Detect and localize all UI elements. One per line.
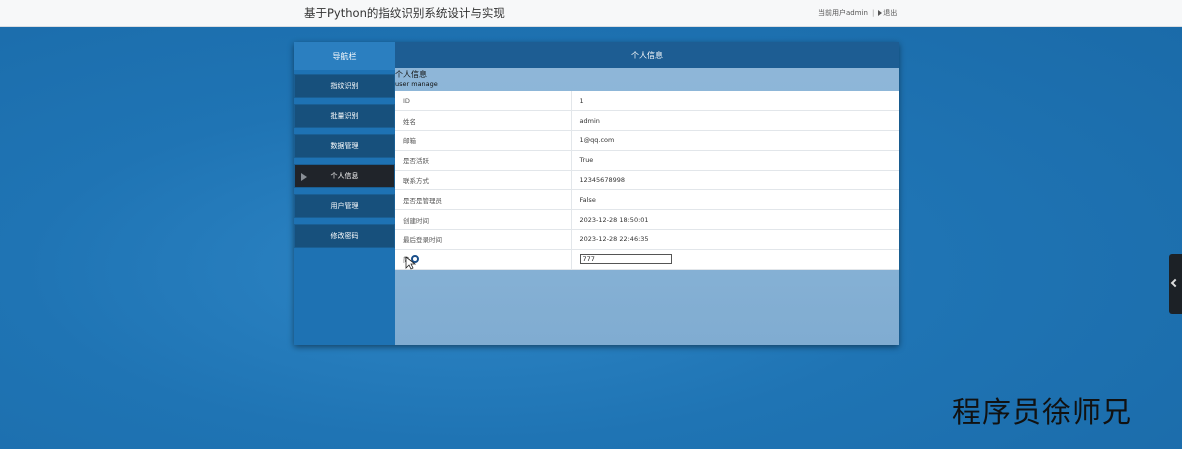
row-label: 是否是管理员 [395,189,572,211]
row-label: 创建时间 [395,209,572,231]
row-label: 邮箱 [395,130,572,151]
content-heading: 个人信息 [395,42,899,68]
row-label: 简介 [395,249,572,270]
sidebar-item-change-password[interactable]: 修改密码 [294,224,395,248]
row-value-cell [571,249,899,270]
row-label: 联系方式 [395,170,572,191]
logout-label: 退出 [883,9,898,17]
section-title: 个人信息 [395,70,427,79]
table-row: 创建时间 2023-12-28 18:50:01 [395,209,899,231]
personal-info-table: ID 1 姓名 admin 邮箱 1@qq.com 是否活跃 True 联系方式… [395,91,899,270]
row-value: 2023-12-28 18:50:01 [571,209,899,231]
table-row: 邮箱 1@qq.com [395,130,899,151]
sidebar-item-label: 修改密码 [330,232,359,240]
row-value: 12345678998 [571,170,899,191]
row-value: True [571,150,899,171]
sidebar-item-personal-info[interactable]: 个人信息 [294,164,395,188]
sidebar-item-label: 指纹识别 [330,82,359,90]
row-value: 1@qq.com [571,130,899,151]
main-panel: 导航栏 指纹识别 批量识别 数据管理 个人信息 用户管理 修改密码 个人信息 个… [294,42,899,345]
current-user-label: 当前用户admin [818,9,868,17]
table-row: 是否是管理员 False [395,189,899,211]
divider: | [871,9,875,17]
bio-input[interactable] [579,254,672,265]
row-value: 2023-12-28 22:46:35 [571,229,899,250]
sidebar-item-label: 用户管理 [330,202,359,210]
row-label: 是否活跃 [395,150,572,171]
table-row: 联系方式 12345678998 [395,170,899,191]
sidebar-item-fingerprint-recognition[interactable]: 指纹识别 [294,74,395,98]
logout-icon [878,10,883,16]
table-row: 最后登录时间 2023-12-28 22:46:35 [395,229,899,250]
user-area: 当前用户admin | 退出 [818,8,897,18]
content-area: 个人信息 个人信息 user manage ID 1 姓名 admin 邮箱 1… [395,42,899,345]
row-value: 1 [571,91,899,112]
row-value: admin [571,110,899,132]
watermark: 程序员徐师兄 [952,395,1133,429]
sidebar-item-batch-recognition[interactable]: 批量识别 [294,104,395,128]
table-row: 姓名 admin [395,110,899,132]
table-row: ID 1 [395,91,899,112]
sidebar-item-user-management[interactable]: 用户管理 [294,194,395,218]
chevron-left-icon [1170,278,1180,288]
row-label: 最后登录时间 [395,229,572,250]
top-header: 基于Python的指纹识别系统设计与实现 当前用户admin | 退出 [0,0,1182,27]
sidebar-item-label: 批量识别 [330,112,359,120]
sidebar-item-data-management[interactable]: 数据管理 [294,134,395,158]
row-value: False [571,189,899,211]
table-row: 简介 [395,249,899,270]
side-panel-toggle[interactable] [1169,254,1182,314]
row-label: 姓名 [395,110,572,132]
play-arrow-icon [301,173,307,181]
logout-link[interactable]: 退出 [878,8,897,18]
row-label: ID [395,91,572,112]
section-subtitle: user manage [395,80,438,88]
table-row: 是否活跃 True [395,150,899,171]
sidebar-heading: 导航栏 [294,42,395,70]
sidebar: 导航栏 指纹识别 批量识别 数据管理 个人信息 用户管理 修改密码 [294,42,395,345]
sidebar-item-label: 个人信息 [330,172,359,180]
app-title: 基于Python的指纹识别系统设计与实现 [304,6,505,20]
sidebar-item-label: 数据管理 [330,142,359,150]
